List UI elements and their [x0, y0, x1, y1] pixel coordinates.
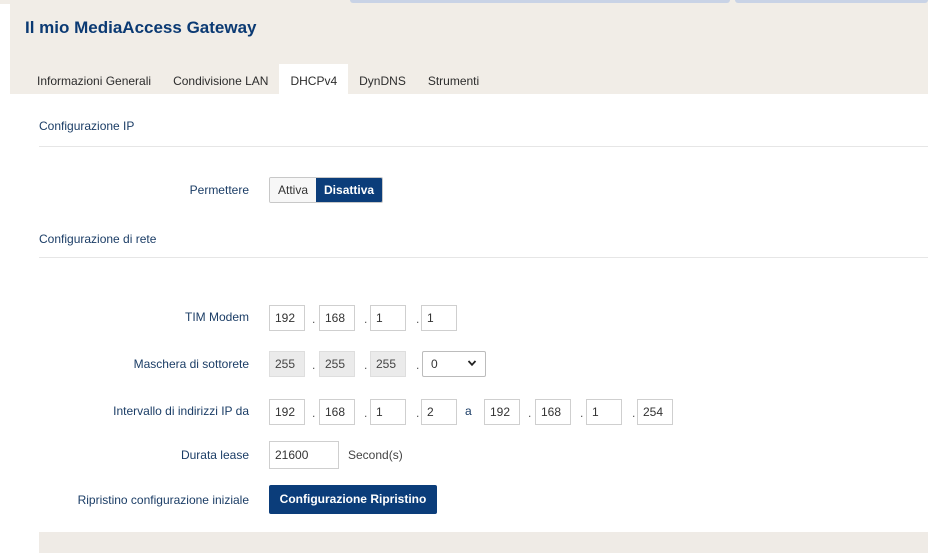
- range-start-octet-4[interactable]: 2: [421, 399, 457, 425]
- chevron-down-icon: [467, 360, 477, 367]
- permit-label: Permettere: [189, 183, 249, 197]
- app-title: Il mio MediaAccess Gateway: [25, 18, 257, 37]
- restore-label: Ripristino configurazione iniziale: [77, 493, 249, 507]
- range-end-octet-4[interactable]: 254: [637, 399, 673, 425]
- modem-octet-2[interactable]: 168: [319, 305, 355, 331]
- modem-label: TIM Modem: [184, 310, 249, 324]
- permit-toggle: Attiva Disattiva: [269, 177, 384, 203]
- range-separator: a: [465, 404, 472, 418]
- octet-dot: .: [528, 406, 532, 420]
- lease-unit: Second(s): [348, 448, 403, 462]
- octet-dot: .: [312, 358, 316, 372]
- section-title-ip-config: Configurazione IP: [39, 119, 135, 133]
- footer-bar: [39, 532, 928, 553]
- modem-octet-4[interactable]: 1: [421, 305, 457, 331]
- octet-dot: .: [416, 406, 420, 420]
- lease-duration-input[interactable]: 21600: [269, 441, 339, 469]
- range-start-octet-1[interactable]: 192: [269, 399, 305, 425]
- range-end-octet-3[interactable]: 1: [586, 399, 622, 425]
- subnet-mask-label: Maschera di sottorete: [133, 357, 249, 371]
- tab-informazioni-generali[interactable]: Informazioni Generali: [26, 64, 162, 98]
- browser-tab[interactable]: [350, 0, 730, 3]
- subnet-octet-2: 255: [319, 351, 355, 377]
- section-title-network-config: Configurazione di rete: [39, 232, 157, 246]
- option-attiva-button[interactable]: Attiva: [270, 178, 317, 202]
- option-disattiva-button[interactable]: Disattiva: [316, 178, 383, 202]
- octet-dot: .: [312, 406, 316, 420]
- tab-strumenti[interactable]: Strumenti: [417, 64, 490, 98]
- tab-condivisione-lan[interactable]: Condivisione LAN: [162, 64, 279, 98]
- octet-dot: .: [312, 312, 316, 326]
- restore-config-button[interactable]: Configurazione Ripristino: [269, 485, 437, 514]
- octet-dot: .: [632, 406, 636, 420]
- section-divider: [39, 257, 928, 258]
- range-start-octet-2[interactable]: 168: [319, 399, 355, 425]
- subnet-last-octet-select[interactable]: 0: [422, 351, 486, 377]
- tab-dyndns[interactable]: DynDNS: [348, 64, 417, 98]
- octet-dot: .: [416, 312, 420, 326]
- ip-range-label: Intervallo di indirizzi IP da: [113, 404, 249, 418]
- range-end-octet-1[interactable]: 192: [484, 399, 520, 425]
- tab-dhcpv4[interactable]: DHCPv4: [279, 64, 349, 98]
- browser-tab[interactable]: [735, 0, 928, 3]
- subnet-octet-1: 255: [269, 351, 305, 377]
- range-end-octet-2[interactable]: 168: [535, 399, 571, 425]
- section-divider: [39, 146, 928, 147]
- octet-dot: .: [364, 312, 368, 326]
- modem-octet-1[interactable]: 192: [269, 305, 305, 331]
- lease-duration-label: Durata lease: [180, 448, 249, 462]
- tab-bar: Informazioni Generali Condivisione LAN D…: [26, 64, 490, 98]
- subnet-octet-3: 255: [370, 351, 406, 377]
- octet-dot: .: [364, 406, 368, 420]
- octet-dot: .: [416, 358, 420, 372]
- app-header: Il mio MediaAccess Gateway Informazioni …: [10, 4, 928, 98]
- select-value: 0: [431, 357, 438, 371]
- octet-dot: .: [580, 406, 584, 420]
- octet-dot: .: [364, 358, 368, 372]
- range-start-octet-3[interactable]: 1: [370, 399, 406, 425]
- modem-octet-3[interactable]: 1: [370, 305, 406, 331]
